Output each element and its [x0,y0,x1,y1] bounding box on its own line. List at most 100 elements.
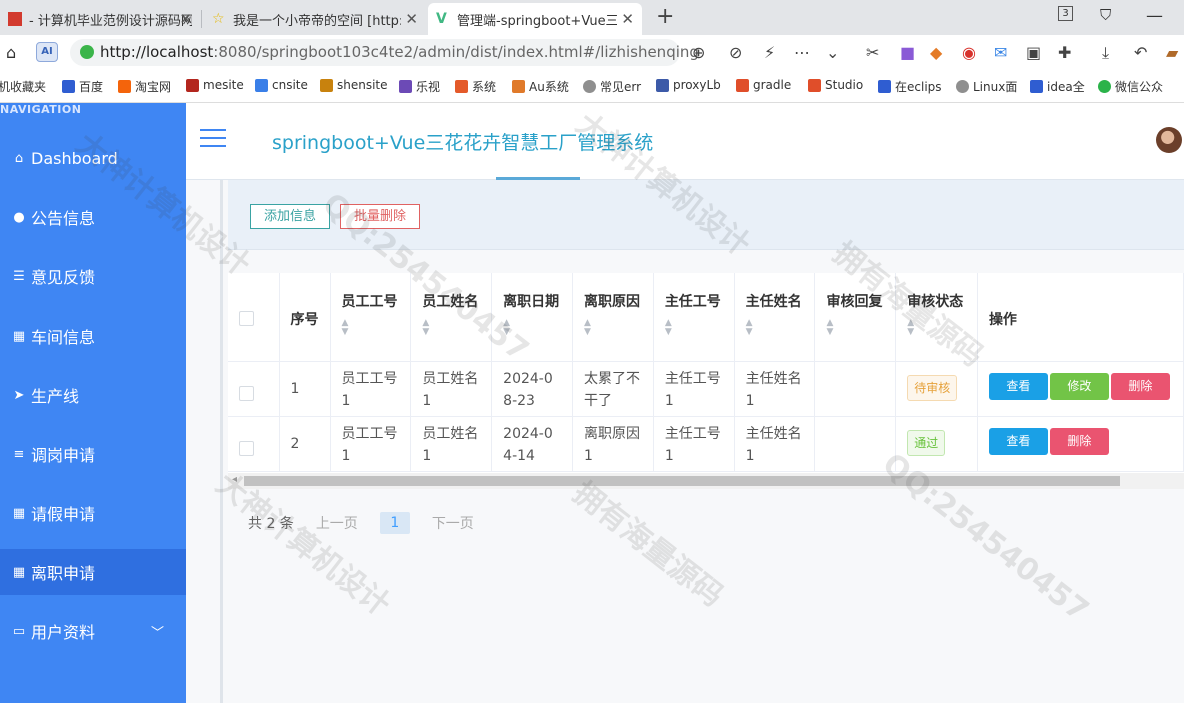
bookmark-item[interactable]: proxyLb [656,78,721,92]
home-icon[interactable]: ⌂ [6,43,16,62]
bookmark-item[interactable]: Au系统 [512,78,569,95]
add-button[interactable]: 添加信息 [250,204,330,229]
bookmark-item[interactable]: 系统 [455,78,496,95]
select-all-checkbox[interactable] [239,311,254,326]
bookmark-item[interactable]: 机收藏夹 [0,78,46,95]
sidebar-item-production-line[interactable]: ➤ 生产线 [0,372,186,418]
chevron-down-icon[interactable]: ⌄ [826,43,839,62]
sidebar: NAVIGATION ⌂ Dashboard ● 公告信息 ☰ 意见反馈 ▦ 车间信息 … [0,103,222,703]
menu-toggle-icon[interactable] [200,129,226,149]
sidebar-item-announcements[interactable]: ● 公告信息 [0,194,186,240]
browser-tab-2[interactable]: ☆ 我是一个小帝帝的空间 [http:/ ✕ [204,3,426,35]
header-cell[interactable]: 主任工号 ▲ ▼ [653,273,735,362]
bookmark-item[interactable]: Linux面 [956,78,1017,95]
header-label: 审核回复 [826,294,883,310]
bookmark-item[interactable]: idea全 [1030,78,1085,95]
address-bar[interactable]: http://localhost:8080/springboot103c4te2… [70,39,699,66]
bookmark-item[interactable]: 常见err [583,78,641,95]
view-button[interactable]: 查看 [988,427,1048,455]
paw-icon [878,80,891,93]
header-cell[interactable]: 审核回复 ▲ ▼ [814,273,897,362]
sidebar-item-label: 意见反馈 [31,268,96,287]
sidebar-item-leave-request[interactable]: ▦ 请假申请 [0,490,186,536]
browser-tab-1[interactable]: - 计算机毕业范例设计源码网 ✕ [0,3,200,35]
compass-icon[interactable]: ⊘ [729,43,742,62]
bookmark-item[interactable]: mesite [186,78,244,92]
more-icon[interactable]: ⋯ [794,43,810,62]
bookmark-item[interactable]: gradle [736,78,791,92]
card-icon: ▭ [12,623,26,639]
next-page-button[interactable]: 下一页 [432,513,474,533]
header-cell[interactable]: 离职日期 ▲ ▼ [491,273,573,362]
edit-button[interactable]: 修改 [1049,372,1109,400]
shirt-icon[interactable]: ⛉ [1100,6,1111,24]
sidebar-item-label: 请假申请 [31,505,96,524]
sort-icon[interactable]: ▲ ▼ [584,319,642,337]
bookmark-item[interactable]: cnsite [255,78,308,92]
bookmark-item[interactable]: 淘宝网 [118,78,171,95]
delete-button[interactable]: 删除 [1110,372,1170,400]
sidebar-item-transfer-request[interactable]: ≡ 调岗申请 [0,431,186,477]
address-bar-row: ⌂ AI http://localhost:8080/springboot103… [0,35,1184,70]
sort-icon[interactable]: ▲ ▼ [422,319,480,337]
bookmark-item[interactable]: Studio [808,78,863,92]
scrollbar-thumb[interactable] [244,476,1120,486]
browser-tab-3-active[interactable]: V 管理端-springboot+Vue三花 ✕ [428,3,642,35]
fox-extension-icon[interactable]: ◆ [930,43,942,62]
sidebar-item-resignation-request[interactable]: ▦ 离职申请 [0,549,222,595]
close-tab-icon[interactable]: ✕ [621,10,634,28]
bookmark-item[interactable]: shensite [320,78,388,92]
batch-delete-button[interactable]: 批量删除 [340,204,420,229]
close-tab-icon[interactable]: ✕ [179,10,192,28]
new-tab-button[interactable]: + [656,4,674,29]
bookmark-item[interactable]: 乐视 [399,78,440,95]
sort-icon[interactable]: ▲ ▼ [503,319,561,337]
header-cell[interactable]: 离职原因 ▲ ▼ [572,273,654,362]
close-tab-icon[interactable]: ✕ [405,10,418,28]
zoom-icon[interactable]: ⊕ [692,43,705,62]
scissors-icon[interactable]: ✂ [866,43,879,62]
sidebar-item-feedback[interactable]: ☰ 意见反馈 [0,253,186,299]
bookmark-item[interactable]: 在eclips [878,78,942,95]
bookmark-item[interactable]: 百度 [62,78,103,95]
header-cell[interactable]: 员工姓名 ▲ ▼ [410,273,493,362]
bookmark-label: 百度 [79,80,104,94]
header-cell[interactable]: 员工工号 ▲ ▼ [330,273,412,362]
sort-icon[interactable]: ▲ ▼ [342,319,400,337]
header-cell[interactable]: 审核状态 ▲ ▼ [895,273,978,362]
translate-icon[interactable]: ■ [900,43,915,62]
site-icon [255,78,268,92]
reader-icon[interactable]: ▣ [1026,43,1041,62]
sort-icon[interactable]: ▲ ▼ [907,319,966,337]
ai-assistant-icon[interactable]: AI [36,42,58,62]
undo-icon[interactable]: ↶ [1134,43,1147,62]
prev-page-button[interactable]: 上一页 [316,513,358,533]
minimize-icon[interactable]: — [1146,6,1163,26]
row-checkbox[interactable] [239,385,254,401]
sidebar-item-workshop[interactable]: ▦ 车间信息 [0,313,186,359]
tab-separator [201,10,202,28]
download-icon[interactable]: ⤓ [1102,43,1109,63]
lightning-icon[interactable]: ⚡ [764,43,775,62]
site-icon [399,80,412,93]
weibo-icon[interactable]: ◉ [962,43,976,62]
page-number-current[interactable]: 1 [379,512,410,534]
sidebar-item-dashboard[interactable]: ⌂ Dashboard [0,135,186,181]
mail-icon[interactable]: ✉ [994,43,1007,62]
sidebar-item-user-profile[interactable]: ▭ 用户资料 ﹀ [0,608,186,654]
row-checkbox[interactable] [239,440,254,456]
sort-icon[interactable]: ▲ ▼ [665,319,723,337]
tab-count-badge[interactable]: 3 [1058,6,1073,21]
bookmark-item[interactable]: 微信公众 [1098,78,1163,95]
url-text[interactable]: http://localhost:8080/springboot103c4te2… [100,43,699,61]
horizontal-scrollbar[interactable]: ◂ [228,473,1184,489]
avatar[interactable] [1156,127,1182,153]
delete-button[interactable]: 删除 [1049,427,1109,455]
scroll-left-icon[interactable]: ◂ [232,474,237,485]
briefcase-icon[interactable]: ▰ [1166,43,1178,62]
header-cell[interactable]: 主任姓名 ▲ ▼ [734,273,816,362]
view-button[interactable]: 查看 [988,372,1048,400]
sort-icon[interactable]: ▲ ▼ [746,319,804,337]
sort-icon[interactable]: ▲ ▼ [826,319,884,337]
extensions-icon[interactable]: ✚ [1058,43,1071,62]
